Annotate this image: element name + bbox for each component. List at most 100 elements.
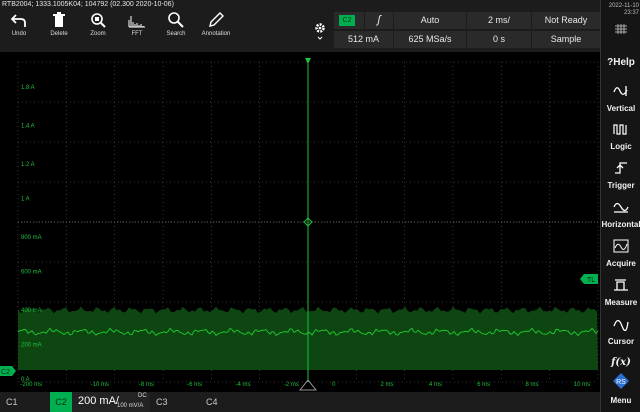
fx-button[interactable]: f(x) [601, 356, 640, 368]
cursor-icon [613, 319, 629, 332]
vertical-icon [613, 86, 628, 96]
channel-c2-tag: C2 [50, 392, 72, 412]
settings-button[interactable] [311, 20, 329, 40]
trigger-edge-cell[interactable]: ʃ [365, 12, 393, 29]
y-axis-label: 200 mA [21, 343, 42, 349]
fft-icon [128, 16, 145, 28]
logic-label: Logic [610, 142, 632, 151]
logic-icon [613, 124, 627, 135]
time-scale-cell[interactable]: 2 ms/ [467, 12, 531, 29]
y-axis-label: 1.8 A [21, 85, 35, 91]
pencil-icon [209, 12, 224, 27]
sample-rate-cell[interactable]: 625 MSa/s [394, 31, 466, 48]
date-time: 2022-11-10 23:37 [603, 3, 639, 17]
help-button[interactable]: ?Help [601, 56, 640, 68]
delete-button[interactable]: Delete [40, 10, 78, 50]
y-axis-label: 800 mA [21, 235, 42, 241]
waveform-display[interactable]: 1.8 A 1.4 A 1.2 A 1 A 800 mA 600 mA 400 mA 200 … [0, 52, 600, 392]
channel-bar: C1 C2 200 mA/ DC 100 mV/A C3 C4 [0, 392, 600, 412]
trigger-button[interactable]: Trigger [601, 161, 640, 190]
horizontal-label: Horizontal [601, 220, 640, 229]
y-axis-label: 1.4 A [21, 123, 35, 129]
horizontal-icon [613, 202, 629, 213]
cursor-label: Cursor [607, 337, 635, 346]
x-axis-label: 4 ms [429, 382, 442, 388]
date-text: 2022-11-10 [608, 3, 639, 9]
fft-label: FFT [131, 31, 143, 37]
x-axis-label: -4 ms [236, 382, 251, 388]
channel-c3-button[interactable]: C3 [156, 392, 168, 412]
svg-text:RS: RS [616, 379, 626, 386]
channel-c2-probe: 100 mV/A [117, 403, 144, 409]
annotation-label: Annotation [201, 31, 231, 37]
channel-offset-label: C2 [1, 369, 10, 376]
channel-c2-block[interactable]: C2 200 mA/ DC 100 mV/A [50, 392, 150, 412]
vertical-button[interactable]: Vertical [601, 84, 640, 113]
trigger-icon [615, 162, 627, 174]
y-axis-label: 400 mA [21, 308, 42, 314]
measure-icon [614, 279, 628, 291]
acquisition-status-cell[interactable]: Not Ready [532, 12, 600, 29]
undo-label: Undo [11, 31, 27, 37]
horizontal-button[interactable]: Horizontal [601, 200, 640, 229]
y-axis-label: 600 mA [21, 270, 42, 276]
measure-button[interactable]: Measure [601, 278, 640, 307]
undo-button[interactable]: Undo [0, 10, 38, 50]
vertical-label: Vertical [606, 104, 636, 113]
trigger-source-cell[interactable]: C2 [334, 12, 364, 29]
menu-button[interactable]: RS Menu [601, 372, 640, 405]
help-text: Help [613, 57, 635, 68]
acquire-button[interactable]: Acquire [601, 239, 640, 268]
zoom-button[interactable]: Zoom [79, 10, 117, 50]
x-axis-label: 10 ms [574, 382, 590, 388]
channel-c4-button[interactable]: C4 [206, 392, 218, 412]
instrument-id: RTB2004; 1333.1005K04; 104792 (02.300 20… [2, 1, 174, 8]
trigger-label: Trigger [607, 181, 635, 190]
fx-label: f(x) [611, 357, 631, 368]
time-text: 23:37 [623, 10, 639, 16]
gear-icon [315, 23, 325, 40]
x-axis-label: -6 ms [187, 382, 202, 388]
acquire-mode-cell[interactable]: Sample [532, 31, 600, 48]
channel-c2-coupling: DC [138, 393, 147, 399]
help-label: ?Help [607, 57, 635, 68]
waveform-canvas: 1.8 A 1.4 A 1.2 A 1 A 800 mA 600 mA 400 mA 200 … [0, 52, 600, 392]
top-toolbar: RTB2004; 1333.1005K04; 104792 (02.300 20… [0, 0, 600, 52]
trigger-mode-cell[interactable]: Auto [394, 12, 466, 29]
x-axis-label: -2 ms [284, 382, 299, 388]
zoom-label: Zoom [90, 31, 106, 37]
channel-c1-button[interactable]: C1 [6, 392, 18, 412]
cursor-button[interactable]: Cursor [601, 317, 640, 346]
rs-logo-icon: RS [613, 373, 629, 389]
measure-label: Measure [604, 298, 638, 307]
y-axis-label: 1.2 A [21, 162, 35, 168]
annotation-button[interactable]: Annotation [197, 10, 235, 50]
search-label: Search [166, 31, 186, 37]
grid-icon[interactable] [615, 24, 627, 34]
delete-label: Delete [50, 31, 68, 37]
x-axis-label: 2 ms [381, 382, 394, 388]
x-axis-label: -200 ms [20, 382, 42, 388]
y-axis-label: 1 A [21, 196, 30, 202]
x-axis-label: 8 ms [526, 382, 539, 388]
x-axis-label: -8 ms [139, 382, 154, 388]
x-axis-label: -10 ms [91, 382, 109, 388]
trigger-level-cell[interactable]: 512 mA [334, 31, 393, 48]
x-axis-label: 6 ms [477, 382, 490, 388]
horizontal-position-cell[interactable]: 0 s [467, 31, 531, 48]
undo-icon [11, 14, 26, 27]
search-button[interactable]: Search [157, 10, 195, 50]
search-icon [168, 12, 184, 28]
fft-button[interactable]: FFT [118, 10, 156, 50]
right-sidebar: 2022-11-10 23:37 ?Help Vertical Logic Tr… [600, 0, 640, 412]
acquisition-panel: C2 ʃ Auto 2 ms/ Not Ready 512 mA 625 MSa… [334, 12, 600, 50]
menu-label: Menu [610, 396, 632, 405]
trigger-level-label: TL [587, 277, 595, 284]
zoom-icon [91, 13, 106, 28]
trash-icon [53, 12, 65, 27]
logic-button[interactable]: Logic [601, 122, 640, 151]
acquire-icon [613, 239, 629, 253]
trigger-channel-badge: C2 [339, 15, 355, 26]
acquire-label: Acquire [606, 259, 636, 268]
channel-c2-scale: 200 mA/ [78, 395, 119, 407]
